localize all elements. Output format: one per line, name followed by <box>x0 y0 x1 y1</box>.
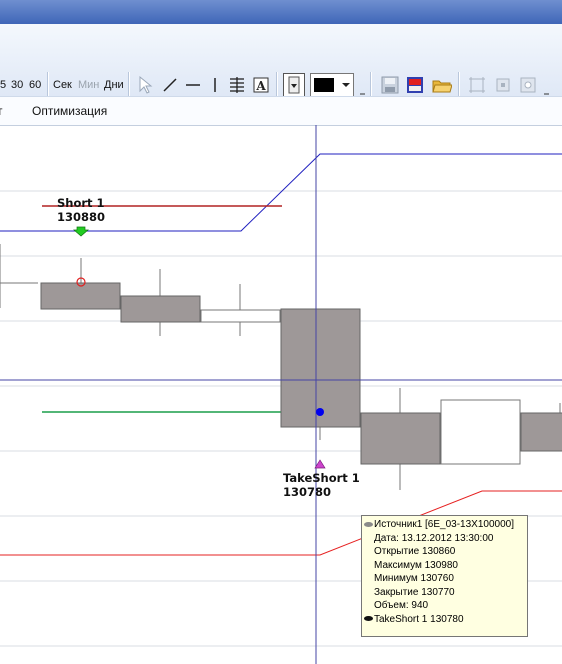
interval-60-button[interactable]: 60 <box>29 77 41 93</box>
horizontal-line-icon[interactable] <box>183 75 203 95</box>
tooltip-high: Максимум 130980 <box>374 559 458 571</box>
menu-item-optimization[interactable]: Оптимизация <box>32 104 107 118</box>
candle <box>200 284 281 336</box>
tooltip-take: TakeShort 1 130780 <box>374 613 464 625</box>
short-signal-label: Short 1 <box>57 196 105 210</box>
menu-item-truncated[interactable]: т <box>0 104 3 118</box>
candle <box>520 403 562 452</box>
take-signal-label: TakeShort 1 <box>283 471 360 485</box>
candle <box>440 399 521 465</box>
toolbar-separator <box>47 72 49 98</box>
candle <box>360 388 441 490</box>
line-style-dropdown[interactable] <box>283 73 305 97</box>
days-button[interactable]: Дни <box>104 77 124 93</box>
tooltip-open: Открытие 130860 <box>374 546 456 557</box>
open-folder-icon[interactable] <box>432 75 452 95</box>
toolbar: 5 30 60 Сек Мин Дни A <box>0 24 562 100</box>
toolbar-separator <box>128 72 130 98</box>
window-title-bar <box>0 0 562 24</box>
toolbar-separator <box>370 72 372 98</box>
interval-5-button[interactable]: 5 <box>0 77 6 93</box>
save-icon[interactable] <box>380 75 400 95</box>
zoom-reset-icon[interactable] <box>493 75 513 95</box>
minutes-button[interactable]: Мин <box>78 77 99 93</box>
tooltip-date: Дата: 13.12.2012 13:30:00 <box>374 532 494 544</box>
fit-chart-icon[interactable] <box>518 75 538 95</box>
tooltip-close: Закрытие 130770 <box>374 586 455 598</box>
interval-30-button[interactable]: 30 <box>11 77 23 93</box>
svg-text:A: A <box>255 79 266 93</box>
draw-line-icon[interactable] <box>160 75 180 95</box>
candle <box>280 308 361 440</box>
chevron-down-icon <box>288 76 300 94</box>
zoom-area-icon[interactable] <box>467 75 487 95</box>
short-arrow-down-icon <box>73 226 89 237</box>
text-tool-icon[interactable]: A <box>251 75 271 95</box>
fibonacci-levels-icon[interactable] <box>227 75 247 95</box>
chevron-down-icon <box>342 83 350 87</box>
exit-marker-icon <box>316 408 324 416</box>
color-swatch <box>314 78 334 92</box>
tooltip-source-row: Источник1 [6E_03-13X100000] <box>362 518 527 532</box>
tooltip-volume: Объем: 940 <box>374 600 429 611</box>
take-signal-price: 130780 <box>283 485 331 499</box>
candle <box>0 244 38 308</box>
series-dot-icon <box>364 521 373 527</box>
cursor-arrow-icon[interactable] <box>135 75 155 95</box>
toolbar-separator <box>276 72 278 98</box>
color-picker-dropdown[interactable] <box>310 73 354 97</box>
tooltip-low: Минимум 130760 <box>374 573 454 584</box>
tooltip-take-row: TakeShort 1 130780 <box>362 613 527 627</box>
candle <box>120 269 201 336</box>
seconds-button[interactable]: Сек <box>53 77 72 93</box>
menu-bar: т Оптимизация <box>0 96 562 126</box>
toolbar-separator <box>458 72 460 98</box>
candle <box>40 258 121 310</box>
data-tooltip: Источник1 [6E_03-13X100000] Дата: 13.12.… <box>361 515 528 637</box>
series-dot-icon <box>364 616 373 622</box>
export-image-icon[interactable] <box>405 75 425 95</box>
tooltip-source: Источник1 [6E_03-13X100000] <box>374 519 514 530</box>
short-signal-price: 130880 <box>57 210 105 224</box>
vertical-line-icon[interactable] <box>205 75 225 95</box>
